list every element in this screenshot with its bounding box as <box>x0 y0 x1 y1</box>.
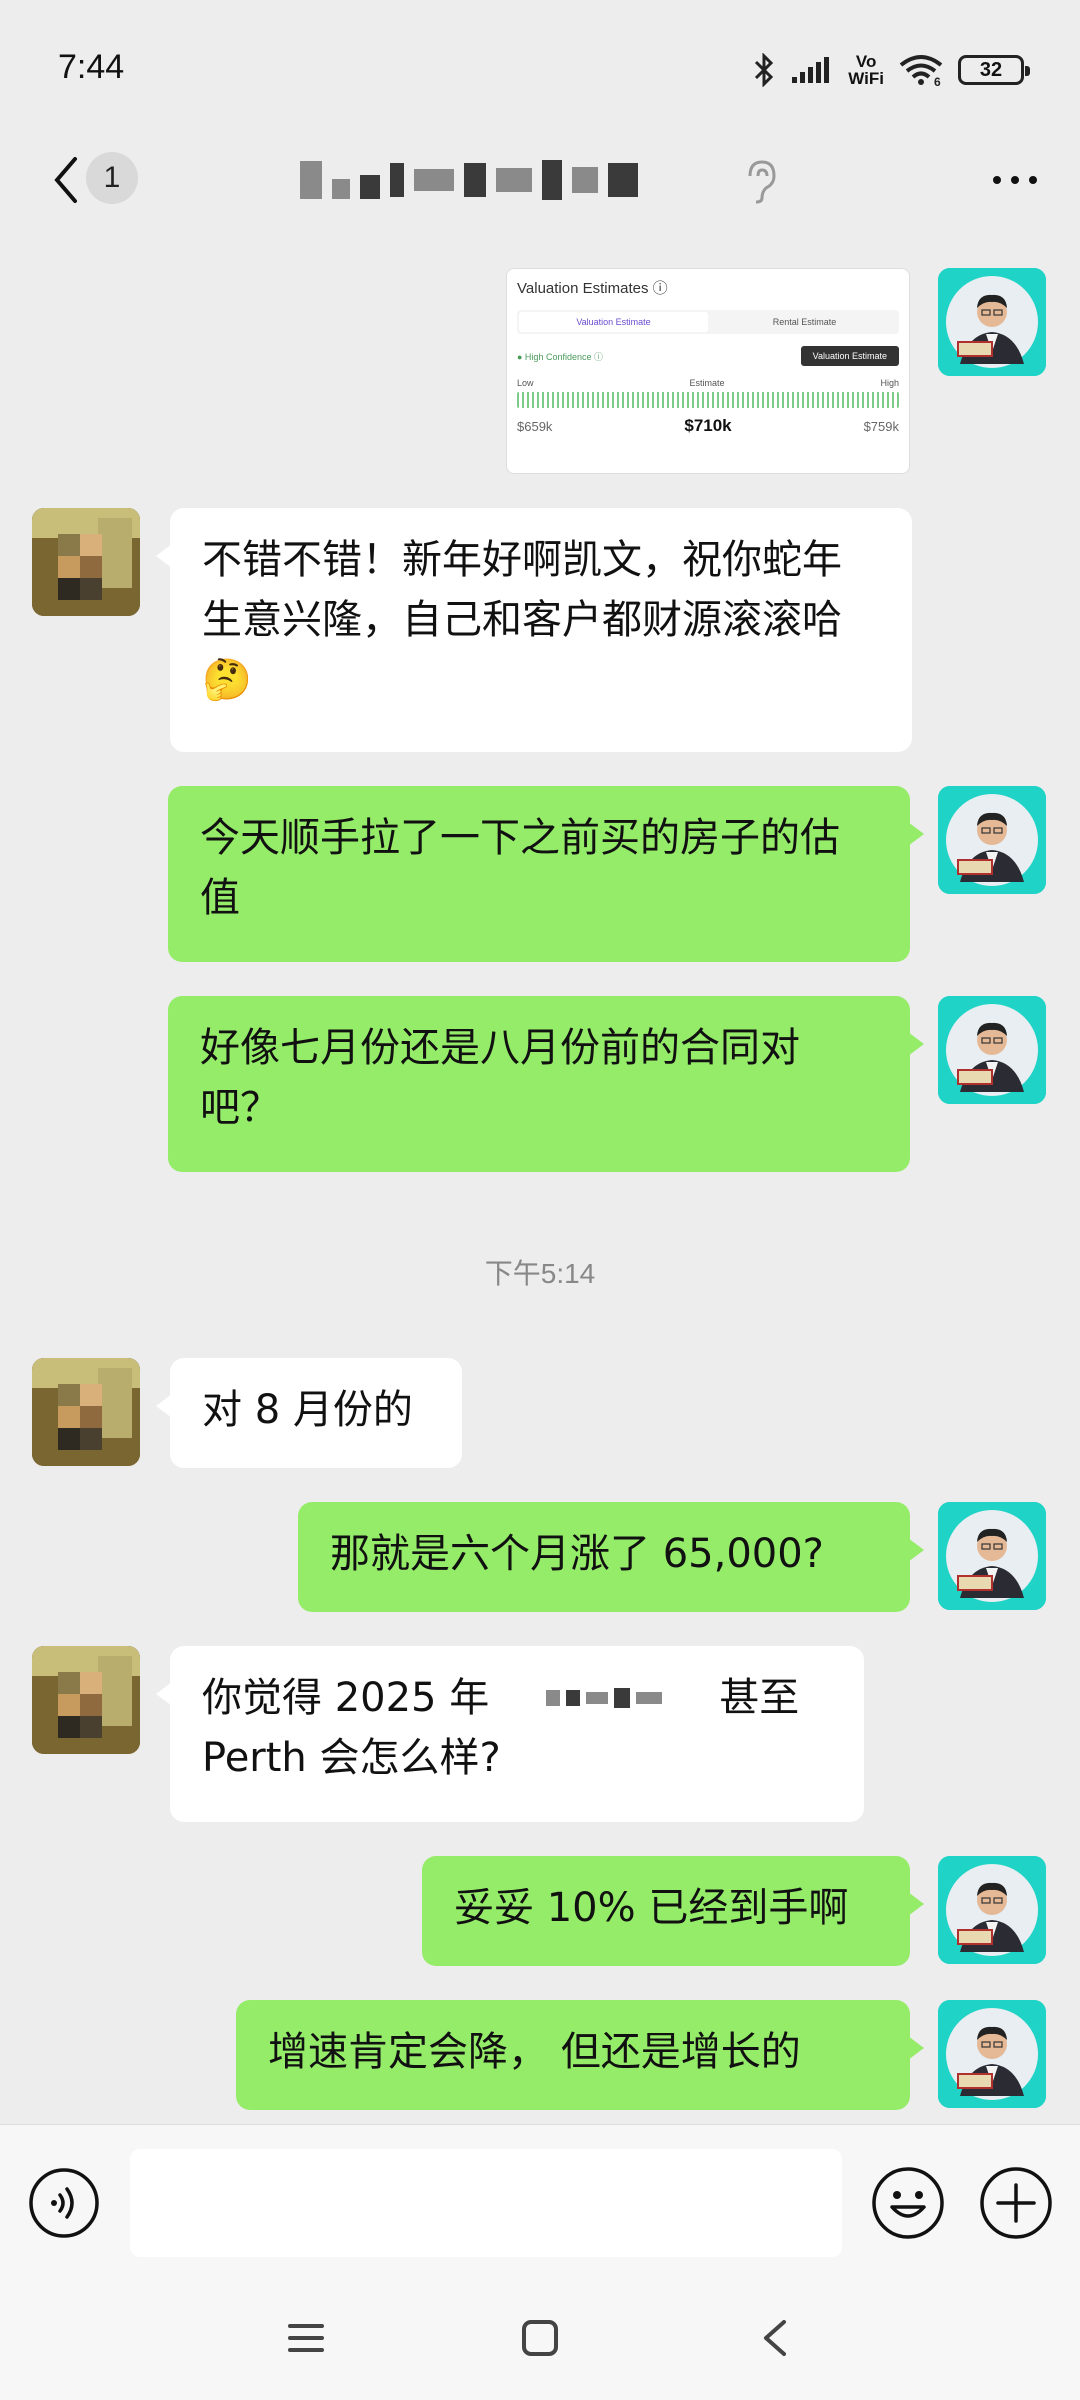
redacted-block <box>360 175 380 199</box>
message-line-1: 你觉得 2025 年 甚至 <box>202 1668 832 1728</box>
redacted-block <box>390 163 404 197</box>
input-bar <box>0 2124 1080 2284</box>
valuation-screenshot-image[interactable]: Valuation Estimates ⓘ Valuation Estimate… <box>506 268 910 474</box>
valuation-title: Valuation Estimates ⓘ <box>517 280 668 297</box>
valuation-scale-bar <box>517 392 899 408</box>
message-text: 不错不错！新年好啊凯文，祝你蛇年生意兴隆，自己和客户都财源滚滚哈🤔 <box>202 537 842 703</box>
chat-title-redacted[interactable] <box>300 152 720 208</box>
redacted-inline <box>499 1688 709 1708</box>
signal-icon <box>790 55 834 85</box>
more-dots-icon[interactable] <box>980 160 1050 200</box>
volte-wifi-label: Vo WiFi <box>848 53 884 87</box>
message-text: 那就是六个月涨了 65,000? <box>330 1531 824 1577</box>
message-text: 今天顺手拉了一下之前买的房子的估值 <box>200 815 840 921</box>
back-icon[interactable] <box>752 2314 800 2362</box>
avatar[interactable] <box>938 2000 1046 2108</box>
message-text: 增速肯定会降， 但还是增长的 <box>268 2029 801 2075</box>
message-text: 妥妥 10% 已经到手啊 <box>454 1885 849 1931</box>
chat-header: 1 <box>0 130 1080 240</box>
message-bubble[interactable]: 妥妥 10% 已经到手啊 <box>422 1856 924 1966</box>
message-text: 对 8 月份的 <box>202 1387 413 1433</box>
avatar[interactable] <box>938 1502 1046 1610</box>
message-bubble[interactable]: 增速肯定会降， 但还是增长的 <box>236 2000 924 2110</box>
status-icons: Vo WiFi 6 32 <box>752 48 1030 92</box>
redacted-block <box>496 168 532 192</box>
ear-icon <box>740 156 784 206</box>
unread-badge[interactable]: 1 <box>86 152 138 204</box>
voice-icon[interactable] <box>28 2167 100 2239</box>
redacted-block <box>542 160 562 200</box>
message-input[interactable] <box>130 2149 842 2257</box>
redacted-block <box>332 179 350 199</box>
estimate-value: $710k <box>684 416 732 435</box>
low-value: $659k <box>517 419 553 434</box>
message-text-after: 甚至 <box>719 1675 800 1721</box>
avatar[interactable] <box>938 996 1046 1104</box>
redacted-block <box>608 163 638 197</box>
emoji-icon[interactable] <box>870 2165 946 2241</box>
valuation-values: $659k $710k $759k <box>517 416 899 436</box>
valuation-estimate-button: Valuation Estimate <box>800 346 899 366</box>
message-bubble[interactable]: 好像七月份还是八月份前的合同对吧？ <box>168 996 924 1172</box>
battery-icon: 32 <box>958 55 1030 85</box>
tab-valuation-estimate: Valuation Estimate <box>519 312 708 332</box>
low-label: Low <box>517 378 534 388</box>
valuation-tabs: Valuation Estimate Rental Estimate <box>517 310 899 334</box>
plus-icon[interactable] <box>978 2165 1054 2241</box>
avatar[interactable] <box>938 786 1046 894</box>
timestamp: 下午5:14 <box>484 1258 596 1289</box>
high-value: $759k <box>863 419 899 434</box>
avatar[interactable] <box>32 1358 140 1466</box>
avatar[interactable] <box>938 268 1046 376</box>
system-nav-bar <box>0 2284 1080 2400</box>
wifi-icon: 6 <box>898 53 944 87</box>
valuation-row: ● High Confidence ⓘ Valuation Estimate <box>517 346 899 366</box>
message-bubble[interactable]: 你觉得 2025 年 甚至 Perth 会怎么样? <box>156 1646 864 1822</box>
volte-bottom: WiFi <box>848 69 884 88</box>
tab-rental-estimate: Rental Estimate <box>772 317 837 327</box>
status-time: 7:44 <box>58 48 125 86</box>
avatar[interactable] <box>32 1646 140 1754</box>
avatar[interactable] <box>938 1856 1046 1964</box>
message-text: 好像七月份还是八月份前的合同对吧？ <box>200 1025 800 1131</box>
bluetooth-icon <box>752 53 776 87</box>
message-line-2: Perth 会怎么样? <box>202 1735 501 1781</box>
redacted-block <box>572 167 598 193</box>
home-icon[interactable] <box>516 2314 564 2362</box>
volte-top: Vo <box>855 52 877 71</box>
scale-labels: Low Estimate High <box>517 378 899 388</box>
status-bar: 7:44 Vo WiFi 6 32 <box>0 0 1080 130</box>
wifi-gen-label: 6 <box>934 75 941 87</box>
message-bubble[interactable]: 不错不错！新年好啊凯文，祝你蛇年生意兴隆，自己和客户都财源滚滚哈🤔 <box>156 508 912 752</box>
message-text-before: 你觉得 2025 年 <box>202 1675 490 1721</box>
estimate-label: Estimate <box>689 378 725 388</box>
message-bubble[interactable]: 今天顺手拉了一下之前买的房子的估值 <box>168 786 924 962</box>
avatar[interactable] <box>32 508 140 616</box>
redacted-block <box>464 163 486 197</box>
high-label: High <box>880 378 899 388</box>
recent-apps-icon[interactable] <box>282 2314 330 2362</box>
redacted-block <box>300 161 322 199</box>
confidence-label: ● High Confidence ⓘ <box>517 351 603 362</box>
redacted-block <box>414 169 454 191</box>
message-bubble[interactable]: 对 8 月份的 <box>156 1358 462 1468</box>
message-bubble[interactable]: 那就是六个月涨了 65,000? <box>298 1502 924 1612</box>
